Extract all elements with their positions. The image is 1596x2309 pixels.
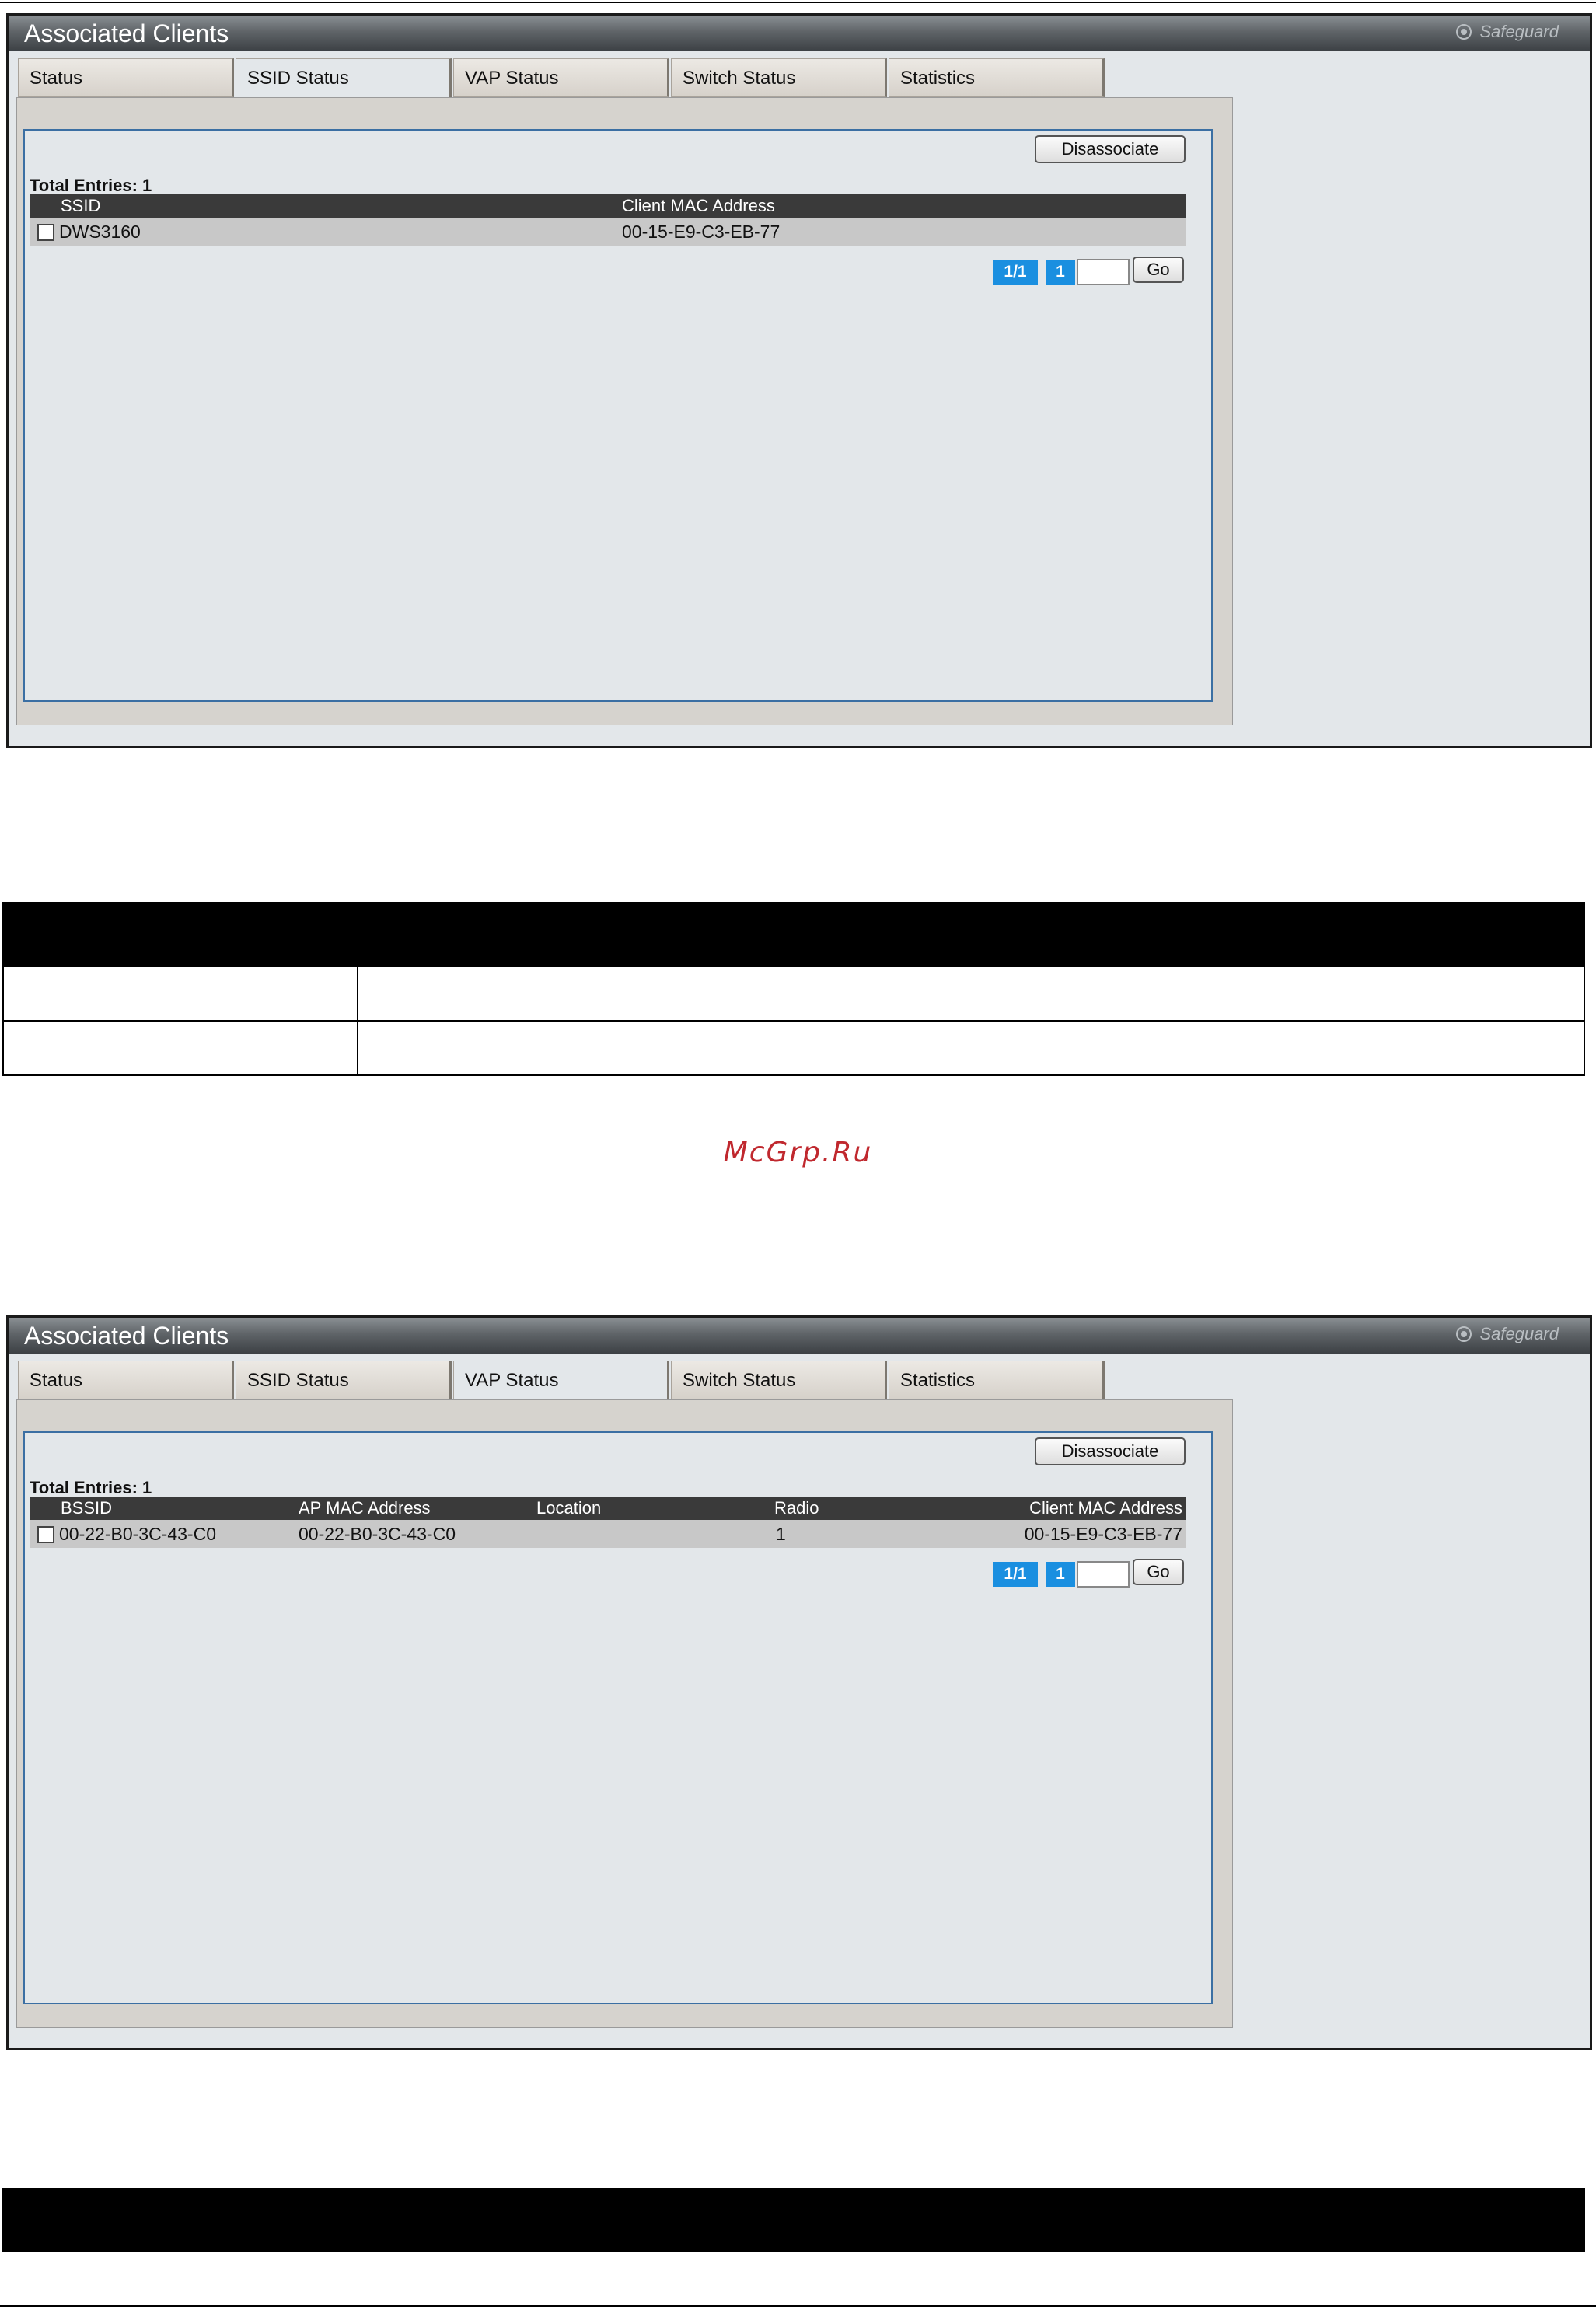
associated-clients-panel-vap: Associated Clients Safeguard Status SSID… — [6, 1315, 1592, 2050]
safeguard-label: Safeguard — [1479, 1324, 1559, 1343]
watermark: McGrp.Ru — [723, 1137, 873, 1168]
page-number-input[interactable] — [1077, 1561, 1130, 1588]
safeguard-icon — [1456, 1326, 1472, 1342]
tab-bar: Status SSID Status VAP Status Switch Sta… — [18, 58, 1106, 99]
description-table-row — [2, 1020, 1585, 1076]
tab-switch-status[interactable]: Switch Status — [671, 1361, 887, 1399]
column-header-radio: Radio — [774, 1498, 819, 1518]
cell-client-mac: 00-15-E9-C3-EB-77 — [1024, 1524, 1182, 1544]
column-header-bssid: BSSID — [61, 1498, 113, 1518]
content-area: Disassociate Total Entries: 1 SSID Clien… — [23, 129, 1213, 702]
tab-vap-status[interactable]: VAP Status — [453, 1361, 669, 1401]
total-entries: Total Entries: 1 — [30, 1478, 152, 1497]
disassociate-button[interactable]: Disassociate — [1035, 135, 1186, 163]
page-link-1[interactable]: 1 — [1046, 1562, 1075, 1587]
tab-statistics[interactable]: Statistics — [889, 58, 1105, 97]
table-row: DWS3160 00-15-E9-C3-EB-77 — [30, 218, 1186, 246]
safeguard-label: Safeguard — [1479, 22, 1559, 41]
total-entries: Total Entries: 1 — [30, 176, 152, 195]
description-table-header — [2, 2188, 1585, 2252]
go-button[interactable]: Go — [1133, 1559, 1184, 1585]
description-table-header — [2, 902, 1585, 966]
safeguard-indicator: Safeguard — [1456, 22, 1559, 42]
cell-ssid: DWS3160 — [59, 222, 141, 242]
bottom-rule — [0, 2305, 1596, 2307]
content-frame: Disassociate Total Entries: 1 BSSID AP M… — [16, 1399, 1233, 2028]
row-checkbox[interactable] — [37, 1526, 54, 1543]
page-number-input[interactable] — [1077, 259, 1130, 285]
column-header-client-mac: Client MAC Address — [622, 196, 775, 215]
content-frame: Disassociate Total Entries: 1 SSID Clien… — [16, 97, 1233, 725]
column-header-location: Location — [536, 1498, 602, 1518]
description-table — [2, 2188, 1585, 2252]
column-divider — [357, 1022, 358, 1074]
associated-clients-panel-ssid: Associated Clients Safeguard Status SSID… — [6, 13, 1592, 748]
tab-status[interactable]: Status — [18, 1361, 234, 1399]
column-header-client-mac: Client MAC Address — [1029, 1498, 1182, 1518]
description-table-row — [2, 966, 1585, 1022]
cell-radio: 1 — [776, 1524, 786, 1544]
page-count-badge: 1/1 — [993, 1562, 1038, 1587]
table-row: 00-22-B0-3C-43-C0 00-22-B0-3C-43-C0 1 00… — [30, 1520, 1186, 1548]
page-count-badge: 1/1 — [993, 260, 1038, 285]
cell-bssid: 00-22-B0-3C-43-C0 — [59, 1524, 216, 1544]
panel-header: Associated Clients Safeguard — [9, 1318, 1590, 1354]
tab-statistics[interactable]: Statistics — [889, 1361, 1105, 1399]
tab-ssid-status[interactable]: SSID Status — [236, 1361, 452, 1399]
table-header: BSSID AP MAC Address Location Radio Clie… — [30, 1497, 1186, 1520]
panel-header: Associated Clients Safeguard — [9, 16, 1590, 51]
column-divider — [357, 967, 358, 1020]
safeguard-icon — [1456, 24, 1472, 40]
table-header: SSID Client MAC Address — [30, 194, 1186, 218]
tab-bar: Status SSID Status VAP Status Switch Sta… — [18, 1361, 1106, 1401]
tab-switch-status[interactable]: Switch Status — [671, 58, 887, 97]
panel-title: Associated Clients — [24, 1322, 229, 1350]
cell-client-mac: 00-15-E9-C3-EB-77 — [622, 222, 781, 242]
tab-status[interactable]: Status — [18, 58, 234, 97]
description-table — [2, 902, 1585, 1081]
safeguard-indicator: Safeguard — [1456, 1324, 1559, 1344]
column-header-ssid: SSID — [61, 196, 101, 215]
cell-ap-mac: 00-22-B0-3C-43-C0 — [299, 1524, 456, 1544]
panel-title: Associated Clients — [24, 19, 229, 47]
go-button[interactable]: Go — [1133, 257, 1184, 283]
disassociate-button[interactable]: Disassociate — [1035, 1437, 1186, 1465]
tab-vap-status[interactable]: VAP Status — [453, 58, 669, 97]
content-area: Disassociate Total Entries: 1 BSSID AP M… — [23, 1431, 1213, 2004]
column-header-ap-mac: AP MAC Address — [299, 1498, 431, 1518]
row-checkbox[interactable] — [37, 224, 54, 241]
tab-ssid-status[interactable]: SSID Status — [236, 58, 452, 99]
page-link-1[interactable]: 1 — [1046, 260, 1075, 285]
top-rule — [0, 2, 1596, 3]
